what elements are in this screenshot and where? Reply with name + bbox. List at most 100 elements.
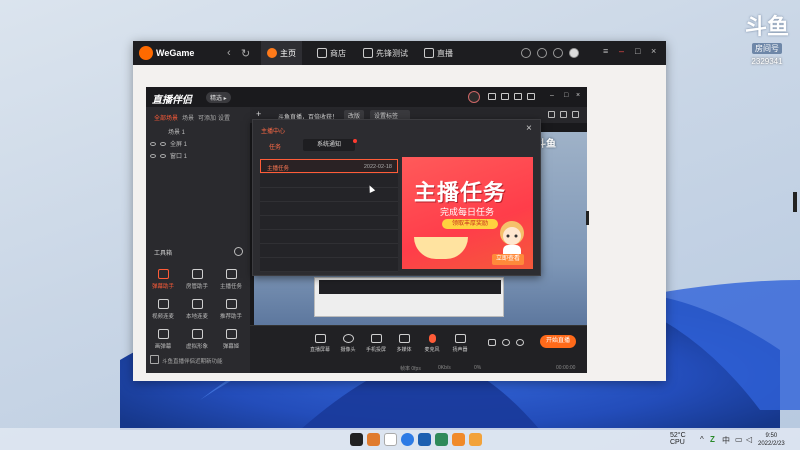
app-close-button[interactable]: ×: [576, 92, 580, 99]
task-row[interactable]: [260, 188, 398, 202]
volume-icon[interactable]: ◁: [746, 435, 752, 444]
side-tab-all-scenes[interactable]: 全部场景: [154, 113, 178, 122]
preview-window-content: [319, 280, 501, 294]
user-avatar[interactable]: [468, 91, 480, 103]
tool-room-manager[interactable]: 房管助手: [183, 269, 211, 290]
app-maximize-button[interactable]: □: [564, 92, 568, 99]
layout-icon[interactable]: [560, 111, 567, 118]
app-icon[interactable]: [367, 433, 380, 446]
star-icon[interactable]: [501, 93, 509, 100]
eye-icon[interactable]: [502, 339, 510, 346]
tab-tasks[interactable]: 任务: [269, 142, 281, 151]
grid-icon[interactable]: [548, 111, 555, 118]
tool-anchor-task[interactable]: 主播任务: [217, 269, 245, 290]
tool-label: 推荐助手: [219, 314, 242, 320]
ime-icon[interactable]: Z: [710, 435, 715, 444]
user-avatar[interactable]: [569, 48, 579, 58]
microphone-icon: [428, 334, 436, 343]
side-tab-settings[interactable]: 设置: [218, 113, 230, 122]
scrollbar[interactable]: [586, 211, 589, 225]
share-icon[interactable]: [572, 111, 579, 118]
lock-icon[interactable]: [160, 153, 166, 158]
tool-danmu-helper[interactable]: 弹幕助手: [149, 269, 177, 290]
message-icon[interactable]: [527, 93, 535, 100]
chevron-up-icon[interactable]: ^: [700, 435, 704, 444]
camera-button[interactable]: 摄像头: [336, 334, 360, 353]
clock[interactable]: 9:50 2022/2/23: [758, 432, 785, 448]
anchor-task-banner[interactable]: 主播任务 完成每日任务 领取丰厚奖励 立即查看: [402, 157, 533, 269]
tool-recommend[interactable]: 推荐助手: [217, 299, 245, 320]
side-tab-scene[interactable]: 场景: [182, 113, 194, 122]
tool-draw-danmu[interactable]: 画弹幕: [149, 329, 177, 350]
clock-time: 9:50: [765, 433, 778, 439]
record-icon[interactable]: [488, 339, 496, 346]
task-row[interactable]: [260, 230, 398, 244]
store-icon: [317, 48, 327, 58]
menu-button[interactable]: ≡: [603, 46, 608, 56]
tab-live[interactable]: 直播: [418, 41, 459, 65]
scene-source-fullscreen[interactable]: 全屏 1: [150, 139, 187, 148]
app-minimize-button[interactable]: –: [550, 92, 554, 99]
tab-pioneer-test[interactable]: 先锋测试: [357, 41, 414, 65]
maximize-button[interactable]: □: [635, 46, 640, 56]
app-icon[interactable]: [452, 433, 465, 446]
task-row[interactable]: 主播任务 2022-02-18: [260, 159, 398, 173]
tool-virtual-avatar[interactable]: 虚拟形象: [183, 329, 211, 350]
app-icon[interactable]: [469, 433, 482, 446]
microphone-button[interactable]: 麦克风: [420, 334, 444, 353]
game-icon[interactable]: [521, 48, 531, 58]
start-live-button[interactable]: 开始直播: [540, 335, 576, 348]
camera-icon[interactable]: [488, 93, 496, 100]
wegame-brand: WeGame: [156, 48, 195, 58]
media-button[interactable]: 多媒体: [392, 334, 416, 353]
refresh-button[interactable]: ↻: [241, 47, 250, 60]
close-button[interactable]: ×: [651, 46, 656, 56]
manager-icon: [191, 269, 203, 279]
speaker-button[interactable]: 扬声器: [448, 334, 472, 353]
minimize-button[interactable]: –: [619, 46, 624, 56]
lock-icon[interactable]: [160, 141, 166, 146]
task-row[interactable]: [260, 216, 398, 230]
app-icon[interactable]: [384, 433, 397, 446]
start-icon[interactable]: [350, 433, 363, 446]
scene-item[interactable]: 场景 1: [168, 127, 185, 136]
dialog-close-button[interactable]: ×: [526, 123, 532, 134]
tool-local-link[interactable]: 本地连麦: [183, 299, 211, 320]
eye-icon[interactable]: [150, 141, 156, 146]
back-button[interactable]: ‹: [227, 47, 231, 59]
task-row[interactable]: [260, 202, 398, 216]
network-icon[interactable]: ▭: [735, 435, 743, 444]
video-link-icon: [157, 299, 169, 309]
side-news-link[interactable]: 斗鱼直播伴侣近期新功能: [162, 357, 223, 365]
scene-source-window[interactable]: 窗口 1: [150, 151, 187, 160]
eye-icon[interactable]: [150, 153, 156, 158]
toolbox-toggle-icon[interactable]: [234, 247, 243, 256]
tool-danmu-ji[interactable]: 弹幕姬: [217, 329, 245, 350]
add-button[interactable]: +: [256, 109, 261, 119]
task-row[interactable]: [260, 244, 398, 258]
task-row[interactable]: [260, 258, 398, 272]
tool-video-link[interactable]: 视频连麦: [149, 299, 177, 320]
side-tab-addable[interactable]: 可添加: [198, 113, 216, 122]
speaker-icon: [454, 334, 466, 343]
edge-icon[interactable]: [401, 433, 414, 446]
gear-icon[interactable]: [516, 339, 524, 346]
scrollbar[interactable]: [793, 192, 797, 212]
lang-indicator[interactable]: 中: [722, 435, 730, 446]
weather-widget[interactable]: 52°C CPU: [670, 432, 686, 446]
screen-button[interactable]: 直播屏幕: [308, 334, 332, 353]
phone-cast-button[interactable]: 手机投屏: [364, 334, 388, 353]
banner-view-button[interactable]: 立即查看: [492, 254, 524, 265]
task-row[interactable]: [260, 174, 398, 188]
banner-title: 主播任务: [414, 180, 507, 205]
app-badge[interactable]: 精选 ▸: [206, 92, 231, 103]
app-icon[interactable]: [435, 433, 448, 446]
settings-icon[interactable]: [514, 93, 522, 100]
app-icon[interactable]: [418, 433, 431, 446]
gift-icon[interactable]: [553, 48, 563, 58]
tab-home[interactable]: 主页: [261, 41, 302, 65]
tab-system-notice[interactable]: 系统通知: [303, 139, 357, 151]
tab-store[interactable]: 商店: [311, 41, 352, 65]
bitrate-status: 0Kb/s: [438, 365, 451, 371]
shirt-icon[interactable]: [537, 48, 547, 58]
